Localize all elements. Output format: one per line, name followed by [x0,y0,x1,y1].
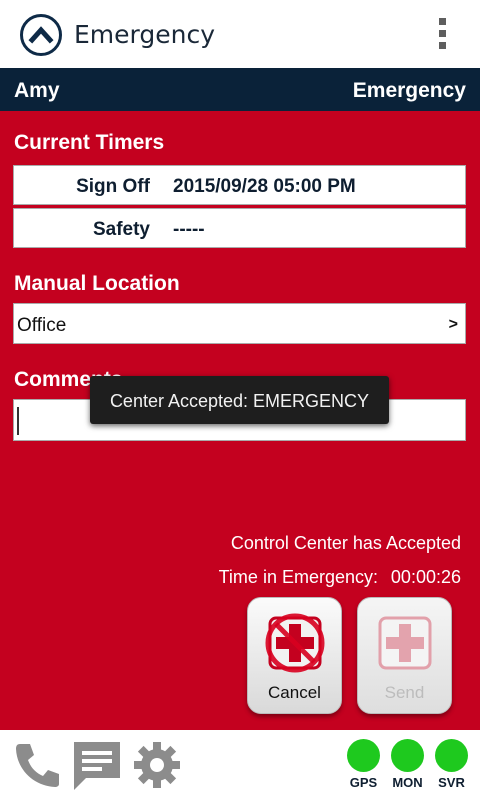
gear-icon[interactable] [132,740,182,795]
timer-label: Safety [92,219,150,240]
location-selector[interactable]: Office > [13,303,466,344]
timer-label: Sign Off [76,176,150,197]
gps-label: GPS [349,775,378,790]
gps-status-dot [347,739,380,772]
time-in-emergency-value: 00:00:26 [390,567,461,587]
cancel-button[interactable]: Cancel [247,597,342,714]
phone-icon[interactable] [12,740,62,795]
app-bar: Emergency [0,0,480,68]
mon-indicator: MON [391,739,424,790]
app-title: Emergency [74,20,216,49]
send-button-label: Send [384,683,425,702]
text-cursor [17,407,19,435]
cancel-emergency-icon [264,612,326,674]
svr-indicator: SVR [435,739,468,790]
timer-value: 2015/09/28 05:00 PM [173,176,356,197]
app-logo-icon[interactable] [20,14,62,56]
user-mode-bar: Amy Emergency [0,68,480,111]
cancel-button-label: Cancel [268,683,321,702]
timer-value: ----- [173,219,205,240]
time-in-emergency-label: Time in Emergency: [218,567,378,587]
location-value: Office [17,315,67,336]
toast-notification: Center Accepted: EMERGENCY [90,376,389,424]
mon-status-dot [391,739,424,772]
mon-label: MON [392,775,423,790]
svr-status-dot [435,739,468,772]
accepted-status: Control Center has Accepted [230,533,461,553]
chevron-right-icon: > [448,316,458,333]
message-icon[interactable] [72,740,122,797]
overflow-menu-icon[interactable] [436,18,448,50]
user-name: Amy [14,79,60,102]
toast-message: Center Accepted: EMERGENCY [109,391,370,411]
send-emergency-icon [374,612,436,674]
timer-row-safety[interactable]: Safety ----- [13,208,466,248]
bottom-bar: GPS MON SVR [0,730,480,800]
svr-label: SVR [438,775,465,790]
gps-indicator: GPS [347,739,380,790]
timer-row-sign-off[interactable]: Sign Off 2015/09/28 05:00 PM [13,165,466,205]
location-title: Manual Location [14,272,180,295]
timers-title: Current Timers [14,131,165,154]
mode-label: Emergency [352,79,466,102]
send-button[interactable]: Send [357,597,452,714]
